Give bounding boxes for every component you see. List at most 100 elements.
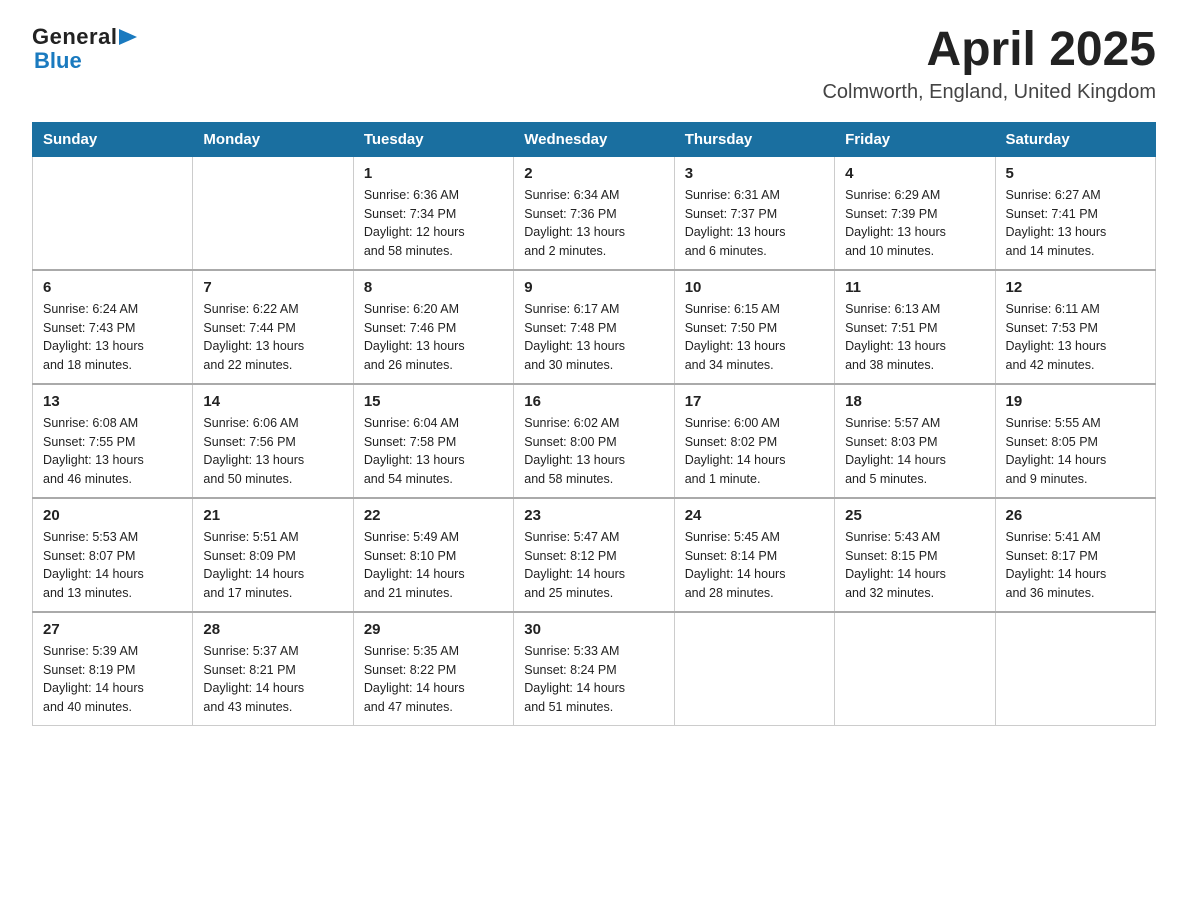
calendar-cell: 18Sunrise: 5:57 AM Sunset: 8:03 PM Dayli…: [835, 384, 995, 498]
day-number: 30: [524, 621, 663, 638]
calendar-cell: 1 Sunrise: 6:36 AM Sunset: 7:34 PM Daylig…: [353, 156, 513, 270]
day-number: 9: [524, 279, 663, 296]
day-number: 23: [524, 507, 663, 524]
calendar-cell: 28 Sunrise: 5:37 AM Sunset: 8:21 PM Dayli…: [193, 612, 353, 726]
calendar-cell: 29 Sunrise: 5:35 AM Sunset: 8:22 PM Dayli…: [353, 612, 513, 726]
header-cell-thursday: Thursday: [674, 122, 834, 156]
calendar-cell: 23 Sunrise: 5:47 AM Sunset: 8:12 PM Dayli…: [514, 498, 674, 612]
calendar-cell: 22Sunrise: 5:49 AM Sunset: 8:10 PM Dayli…: [353, 498, 513, 612]
calendar-cell: [995, 612, 1155, 726]
day-info: Sunrise: 5:47 AM Sunset: 8:12 PM Dayligh…: [524, 528, 663, 603]
day-number: 29: [364, 621, 503, 638]
day-info: Sunrise: 6:36 AM Sunset: 7:34 PM Dayligh…: [364, 186, 503, 261]
day-number: 20: [43, 507, 182, 524]
calendar-cell: 17 Sunrise: 6:00 AM Sunset: 8:02 PM Dayli…: [674, 384, 834, 498]
logo-blue-text: Blue: [34, 48, 82, 74]
day-info: Sunrise: 6:13 AM Sunset: 7:51 PM Dayligh…: [845, 300, 984, 375]
day-number: 4: [845, 165, 984, 182]
page-title: April 2025: [822, 24, 1156, 77]
day-number: 8: [364, 279, 503, 296]
calendar-cell: 27 Sunrise: 5:39 AM Sunset: 8:19 PM Dayli…: [33, 612, 193, 726]
day-info: Sunrise: 5:37 AM Sunset: 8:21 PM Dayligh…: [203, 642, 342, 717]
calendar-cell: 11 Sunrise: 6:13 AM Sunset: 7:51 PM Dayli…: [835, 270, 995, 384]
calendar-cell: 5 Sunrise: 6:27 AM Sunset: 7:41 PM Daylig…: [995, 156, 1155, 270]
day-number: 27: [43, 621, 182, 638]
calendar-cell: 10Sunrise: 6:15 AM Sunset: 7:50 PM Dayli…: [674, 270, 834, 384]
header-cell-monday: Monday: [193, 122, 353, 156]
calendar-cell: 25 Sunrise: 5:43 AM Sunset: 8:15 PM Dayli…: [835, 498, 995, 612]
calendar-table: SundayMondayTuesdayWednesdayThursdayFrid…: [32, 122, 1156, 726]
day-number: 28: [203, 621, 342, 638]
calendar-cell: 6 Sunrise: 6:24 AM Sunset: 7:43 PM Daylig…: [33, 270, 193, 384]
day-number: 2: [524, 165, 663, 182]
logo-triangle-icon: [119, 29, 137, 47]
calendar-cell: 8Sunrise: 6:20 AM Sunset: 7:46 PM Daylig…: [353, 270, 513, 384]
calendar-body: 1 Sunrise: 6:36 AM Sunset: 7:34 PM Daylig…: [33, 156, 1156, 725]
calendar-cell: 21Sunrise: 5:51 AM Sunset: 8:09 PM Dayli…: [193, 498, 353, 612]
calendar-cell: 19 Sunrise: 5:55 AM Sunset: 8:05 PM Dayli…: [995, 384, 1155, 498]
header-cell-sunday: Sunday: [33, 122, 193, 156]
calendar-header: SundayMondayTuesdayWednesdayThursdayFrid…: [33, 122, 1156, 156]
day-info: Sunrise: 5:35 AM Sunset: 8:22 PM Dayligh…: [364, 642, 503, 717]
day-info: Sunrise: 5:51 AM Sunset: 8:09 PM Dayligh…: [203, 528, 342, 603]
day-info: Sunrise: 6:08 AM Sunset: 7:55 PM Dayligh…: [43, 414, 182, 489]
day-number: 17: [685, 393, 824, 410]
day-info: Sunrise: 6:11 AM Sunset: 7:53 PM Dayligh…: [1006, 300, 1145, 375]
day-number: 14: [203, 393, 342, 410]
day-info: Sunrise: 5:41 AM Sunset: 8:17 PM Dayligh…: [1006, 528, 1145, 603]
day-number: 24: [685, 507, 824, 524]
calendar-cell: 14 Sunrise: 6:06 AM Sunset: 7:56 PM Dayli…: [193, 384, 353, 498]
calendar-cell: 7Sunrise: 6:22 AM Sunset: 7:44 PM Daylig…: [193, 270, 353, 384]
day-info: Sunrise: 6:31 AM Sunset: 7:37 PM Dayligh…: [685, 186, 824, 261]
day-number: 19: [1006, 393, 1145, 410]
day-number: 11: [845, 279, 984, 296]
day-info: Sunrise: 6:27 AM Sunset: 7:41 PM Dayligh…: [1006, 186, 1145, 261]
logo: General Blue: [32, 24, 137, 74]
header-cell-wednesday: Wednesday: [514, 122, 674, 156]
day-number: 16: [524, 393, 663, 410]
calendar-cell: [674, 612, 834, 726]
calendar-cell: 12 Sunrise: 6:11 AM Sunset: 7:53 PM Dayli…: [995, 270, 1155, 384]
calendar-cell: 26 Sunrise: 5:41 AM Sunset: 8:17 PM Dayli…: [995, 498, 1155, 612]
day-number: 7: [203, 279, 342, 296]
header-cell-friday: Friday: [835, 122, 995, 156]
day-info: Sunrise: 6:15 AM Sunset: 7:50 PM Dayligh…: [685, 300, 824, 375]
calendar-cell: [33, 156, 193, 270]
calendar-week-1: 1 Sunrise: 6:36 AM Sunset: 7:34 PM Daylig…: [33, 156, 1156, 270]
day-info: Sunrise: 6:04 AM Sunset: 7:58 PM Dayligh…: [364, 414, 503, 489]
day-info: Sunrise: 6:34 AM Sunset: 7:36 PM Dayligh…: [524, 186, 663, 261]
day-number: 12: [1006, 279, 1145, 296]
day-info: Sunrise: 6:06 AM Sunset: 7:56 PM Dayligh…: [203, 414, 342, 489]
day-info: Sunrise: 6:29 AM Sunset: 7:39 PM Dayligh…: [845, 186, 984, 261]
calendar-cell: 9 Sunrise: 6:17 AM Sunset: 7:48 PM Daylig…: [514, 270, 674, 384]
page-subtitle: Colmworth, England, United Kingdom: [822, 81, 1156, 104]
calendar-cell: 16 Sunrise: 6:02 AM Sunset: 8:00 PM Dayli…: [514, 384, 674, 498]
day-info: Sunrise: 6:00 AM Sunset: 8:02 PM Dayligh…: [685, 414, 824, 489]
day-number: 25: [845, 507, 984, 524]
calendar-cell: 13Sunrise: 6:08 AM Sunset: 7:55 PM Dayli…: [33, 384, 193, 498]
day-info: Sunrise: 5:45 AM Sunset: 8:14 PM Dayligh…: [685, 528, 824, 603]
day-info: Sunrise: 5:33 AM Sunset: 8:24 PM Dayligh…: [524, 642, 663, 717]
day-number: 1: [364, 165, 503, 182]
day-number: 5: [1006, 165, 1145, 182]
day-info: Sunrise: 5:43 AM Sunset: 8:15 PM Dayligh…: [845, 528, 984, 603]
page-header: General Blue April 2025 Colmworth, Engla…: [32, 24, 1156, 104]
day-number: 22: [364, 507, 503, 524]
day-number: 6: [43, 279, 182, 296]
day-number: 15: [364, 393, 503, 410]
title-block: April 2025 Colmworth, England, United Ki…: [822, 24, 1156, 104]
calendar-cell: 24 Sunrise: 5:45 AM Sunset: 8:14 PM Dayli…: [674, 498, 834, 612]
calendar-cell: 15 Sunrise: 6:04 AM Sunset: 7:58 PM Dayli…: [353, 384, 513, 498]
calendar-cell: 4 Sunrise: 6:29 AM Sunset: 7:39 PM Daylig…: [835, 156, 995, 270]
day-info: Sunrise: 5:39 AM Sunset: 8:19 PM Dayligh…: [43, 642, 182, 717]
day-info: Sunrise: 6:02 AM Sunset: 8:00 PM Dayligh…: [524, 414, 663, 489]
day-info: Sunrise: 5:55 AM Sunset: 8:05 PM Dayligh…: [1006, 414, 1145, 489]
day-info: Sunrise: 5:57 AM Sunset: 8:03 PM Dayligh…: [845, 414, 984, 489]
day-info: Sunrise: 6:24 AM Sunset: 7:43 PM Dayligh…: [43, 300, 182, 375]
calendar-cell: 3Sunrise: 6:31 AM Sunset: 7:37 PM Daylig…: [674, 156, 834, 270]
day-number: 26: [1006, 507, 1145, 524]
calendar-cell: 2 Sunrise: 6:34 AM Sunset: 7:36 PM Daylig…: [514, 156, 674, 270]
day-info: Sunrise: 6:17 AM Sunset: 7:48 PM Dayligh…: [524, 300, 663, 375]
calendar-cell: 20Sunrise: 5:53 AM Sunset: 8:07 PM Dayli…: [33, 498, 193, 612]
logo-general-text: General: [32, 24, 117, 50]
